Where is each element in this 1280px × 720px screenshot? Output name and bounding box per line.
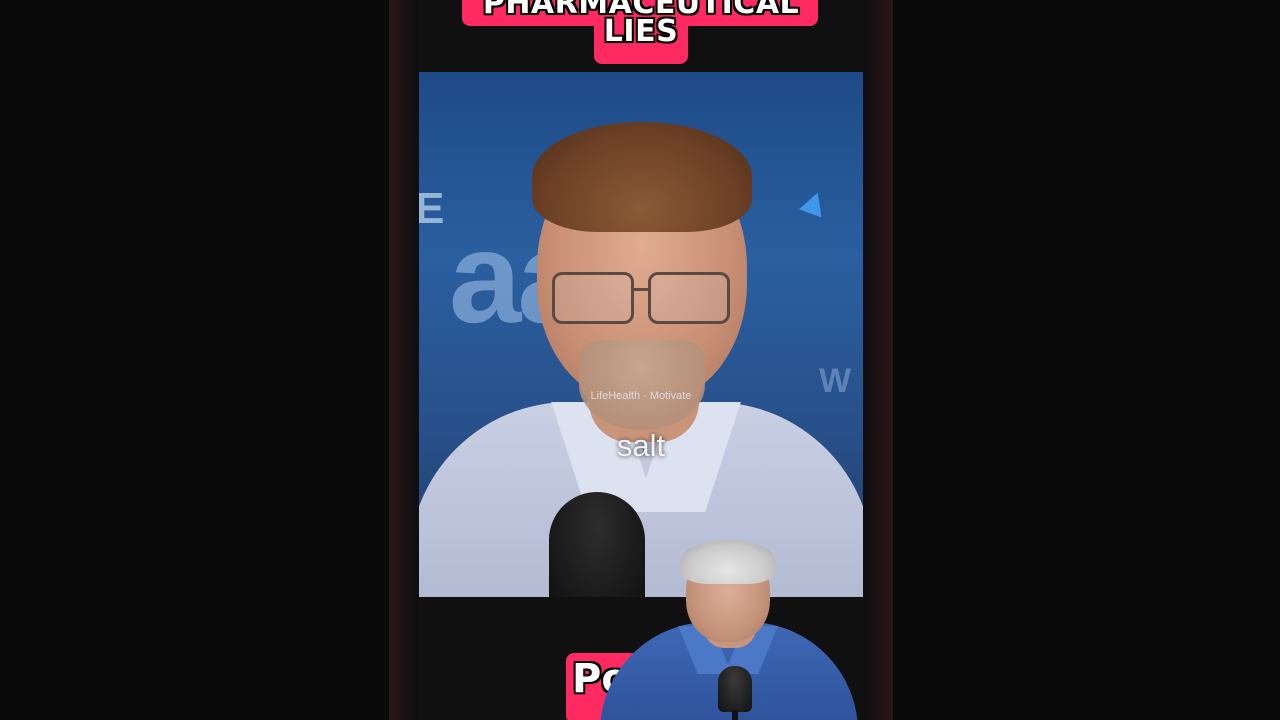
presenter-overlay (600, 530, 858, 720)
right-letterbox (891, 0, 1280, 720)
presenter-microphone-icon (718, 666, 752, 712)
video-caption: salt (616, 428, 666, 463)
backdrop-logo-fragment: E (419, 184, 444, 234)
speaker-glasses-bridge (631, 288, 649, 291)
presenter-mic-stand (732, 710, 738, 720)
frame-edge-left (390, 0, 418, 720)
speaker-glasses-right-lens (648, 272, 730, 324)
backdrop-accent-mark (798, 188, 830, 218)
frame-edge-right (864, 0, 892, 720)
video-watermark: LifeHealth · Motivate (590, 390, 692, 402)
title-line-2: LIES (603, 14, 679, 49)
presenter-hair (680, 540, 776, 584)
speaker-beard (579, 340, 705, 430)
left-letterbox (0, 0, 389, 720)
vertical-video-frame[interactable]: PHARMACEUTICAL LIES E aalis W LifeHealth… (389, 0, 893, 720)
speaker-glasses-left-lens (552, 272, 634, 324)
speaker-hair (532, 122, 752, 232)
main-video-panel[interactable]: E aalis W LifeHealth · Motivate salt (419, 72, 863, 597)
